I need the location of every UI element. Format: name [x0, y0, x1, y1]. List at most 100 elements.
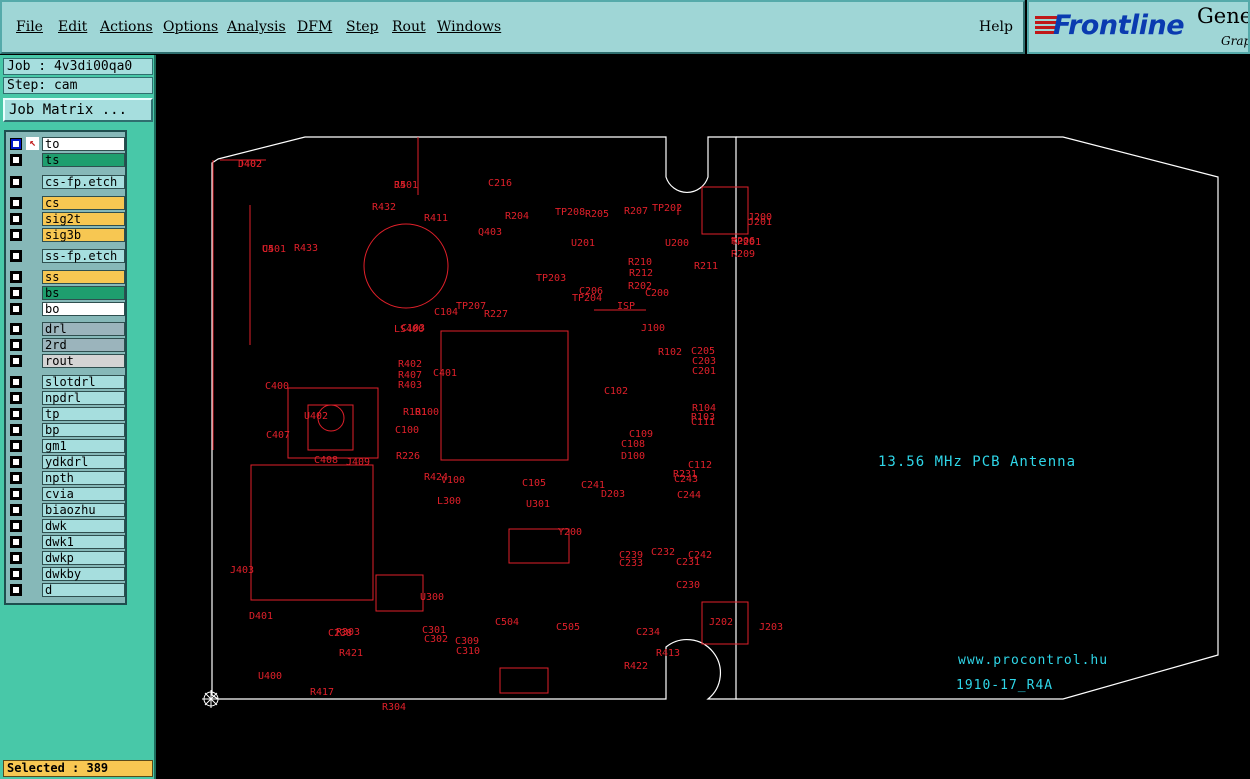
layer-checkbox[interactable] — [10, 504, 22, 516]
layer-row-biaozhu[interactable]: biaozhu — [8, 503, 125, 517]
layer-name[interactable]: ss-fp.etch — [42, 249, 125, 263]
layer-name[interactable]: biaozhu — [42, 503, 125, 517]
layer-name[interactable]: bo — [42, 302, 125, 316]
layer-row-cvia[interactable]: cvia — [8, 487, 125, 501]
layer-checkbox[interactable] — [10, 520, 22, 532]
layer-checkbox[interactable] — [10, 568, 22, 580]
menu-file[interactable]: File — [16, 19, 43, 35]
layer-name[interactable]: bs — [42, 286, 125, 300]
layer-checkbox[interactable] — [10, 138, 22, 150]
layer-name[interactable]: sig3b — [42, 228, 125, 242]
layer-checkbox[interactable] — [10, 271, 22, 283]
menu-analysis[interactable]: Analysis — [227, 19, 286, 35]
ref-designator: C504 — [495, 617, 519, 628]
layer-row-bp[interactable]: bp — [8, 423, 125, 437]
layer-row-slotdrl[interactable]: slotdrl — [8, 375, 125, 389]
layer-checkbox[interactable] — [10, 229, 22, 241]
layer-name[interactable]: rout — [42, 354, 125, 368]
layer-row-dwk[interactable]: dwk — [8, 519, 125, 533]
layer-row-npth[interactable]: npth — [8, 471, 125, 485]
layer-name[interactable]: 2rd — [42, 338, 125, 352]
menu-windows[interactable]: Windows — [437, 19, 501, 35]
layer-name[interactable]: bp — [42, 423, 125, 437]
layer-row-cs[interactable]: cs — [8, 196, 125, 210]
layer-row-bo[interactable]: bo — [8, 302, 125, 316]
layer-row-dwkby[interactable]: dwkby — [8, 567, 125, 581]
layer-checkbox[interactable] — [10, 552, 22, 564]
layer-name[interactable]: dwk1 — [42, 535, 125, 549]
menu-rout[interactable]: Rout — [392, 19, 426, 35]
layer-row-drl[interactable]: drl — [8, 322, 125, 336]
layer-checkbox[interactable] — [10, 339, 22, 351]
layer-checkbox[interactable] — [10, 488, 22, 500]
layer-row-npdrl[interactable]: npdrl — [8, 391, 125, 405]
layer-name[interactable]: d — [42, 583, 125, 597]
layer-checkbox[interactable] — [10, 250, 22, 262]
layer-name[interactable]: ydkdrl — [42, 455, 125, 469]
layer-name[interactable]: drl — [42, 322, 125, 336]
layer-name[interactable]: dwkby — [42, 567, 125, 581]
layer-checkbox[interactable] — [10, 303, 22, 315]
ref-designator: C242 — [688, 550, 712, 561]
layer-checkbox[interactable] — [10, 213, 22, 225]
layer-name[interactable]: gm1 — [42, 439, 125, 453]
layer-name[interactable]: tp — [42, 407, 125, 421]
layer-name[interactable]: to — [42, 137, 125, 151]
layer-row-sig2t[interactable]: sig2t — [8, 212, 125, 226]
layer-row-ydkdrl[interactable]: ydkdrl — [8, 455, 125, 469]
layer-checkbox[interactable] — [10, 287, 22, 299]
layer-name[interactable]: npth — [42, 471, 125, 485]
layer-name[interactable]: cs-fp.etch — [42, 175, 125, 189]
ref-designator: C400 — [265, 381, 289, 392]
layer-row-ts[interactable]: ts — [8, 153, 125, 167]
layer-checkbox[interactable] — [10, 408, 22, 420]
menu-dfm[interactable]: DFM — [297, 19, 332, 35]
layer-checkbox[interactable] — [10, 456, 22, 468]
layer-name[interactable]: npdrl — [42, 391, 125, 405]
layer-name[interactable]: cs — [42, 196, 125, 210]
layer-name[interactable]: dwk — [42, 519, 125, 533]
ref-designator: R304 — [382, 702, 406, 713]
layer-row-gm1[interactable]: gm1 — [8, 439, 125, 453]
layer-checkbox[interactable] — [10, 584, 22, 596]
layer-row-2rd[interactable]: 2rd — [8, 338, 125, 352]
menu-step[interactable]: Step — [346, 19, 378, 35]
layer-checkbox[interactable] — [10, 355, 22, 367]
layer-checkbox[interactable] — [10, 323, 22, 335]
layer-name[interactable]: ts — [42, 153, 125, 167]
layer-row-dwk1[interactable]: dwk1 — [8, 535, 125, 549]
menu-help[interactable]: Help — [979, 19, 1013, 35]
layer-row-d[interactable]: d — [8, 583, 125, 597]
layer-checkbox[interactable] — [10, 376, 22, 388]
layer-row-tp[interactable]: tp — [8, 407, 125, 421]
layer-checkbox[interactable] — [10, 536, 22, 548]
layer-checkbox[interactable] — [10, 392, 22, 404]
layer-row-to[interactable]: ↖ to — [8, 137, 125, 151]
layer-checkbox[interactable] — [10, 424, 22, 436]
menu-edit[interactable]: Edit — [58, 19, 87, 35]
layer-row-rout[interactable]: rout — [8, 354, 125, 368]
layer-name[interactable]: sig2t — [42, 212, 125, 226]
layer-row-ss-fp-etch[interactable]: ss-fp.etch — [8, 249, 125, 263]
graphic-canvas[interactable]: J402 J401 U401 R433 R432 R411 Q403 TP207 R227 R22… — [158, 55, 1250, 779]
layer-name[interactable]: ss — [42, 270, 125, 284]
layer-checkbox[interactable] — [10, 176, 22, 188]
layer-checkbox[interactable] — [10, 472, 22, 484]
layer-row-dwkp[interactable]: dwkp — [8, 551, 125, 565]
layer-name[interactable]: dwkp — [42, 551, 125, 565]
ref-designator: J200 — [748, 212, 772, 223]
layer-name[interactable]: cvia — [42, 487, 125, 501]
layer-row-cs-fp-etch[interactable]: cs-fp.etch — [8, 175, 125, 189]
ref-designator: J202 — [709, 617, 733, 628]
layer-checkbox[interactable] — [10, 197, 22, 209]
layer-checkbox[interactable] — [10, 154, 22, 166]
menu-actions[interactable]: Actions — [100, 19, 153, 35]
layer-checkbox[interactable] — [10, 440, 22, 452]
job-matrix-button[interactable]: Job Matrix ... — [3, 98, 153, 122]
layer-row-sig3b[interactable]: sig3b — [8, 228, 125, 242]
menu-options[interactable]: Options — [163, 19, 218, 35]
layer-row-bs[interactable]: bs — [8, 286, 125, 300]
ref-designator: U201 — [571, 238, 595, 249]
layer-name[interactable]: slotdrl — [42, 375, 125, 389]
layer-row-ss[interactable]: ss — [8, 270, 125, 284]
